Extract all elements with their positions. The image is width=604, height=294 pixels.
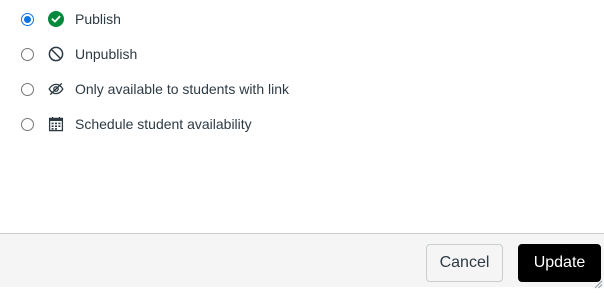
update-button[interactable]: Update: [518, 244, 601, 282]
cancel-button[interactable]: Cancel: [426, 244, 503, 282]
option-schedule-label: Schedule student availability: [75, 116, 252, 132]
publish-options-group: Publish Unpublish Only available to stud…: [0, 0, 604, 234]
radio-link-only[interactable]: [21, 82, 34, 96]
calendar-icon: [48, 116, 64, 132]
published-check-icon: [48, 11, 64, 27]
radio-unpublish[interactable]: [21, 47, 34, 61]
option-publish-label: Publish: [75, 11, 121, 27]
hidden-eye-icon: [48, 81, 64, 97]
option-unpublish-label: Unpublish: [75, 46, 138, 62]
resize-handle-icon[interactable]: [593, 276, 603, 289]
option-link-only-label: Only available to students with link: [75, 81, 289, 97]
unpublished-icon: [48, 46, 64, 62]
option-publish[interactable]: Publish: [21, 8, 121, 30]
option-unpublish[interactable]: Unpublish: [21, 43, 137, 65]
radio-publish[interactable]: [21, 12, 34, 26]
option-schedule[interactable]: Schedule student availability: [21, 113, 252, 135]
radio-schedule[interactable]: [21, 117, 34, 131]
modal-footer: Cancel Update: [0, 233, 604, 289]
option-link-only[interactable]: Only available to students with link: [21, 78, 289, 100]
